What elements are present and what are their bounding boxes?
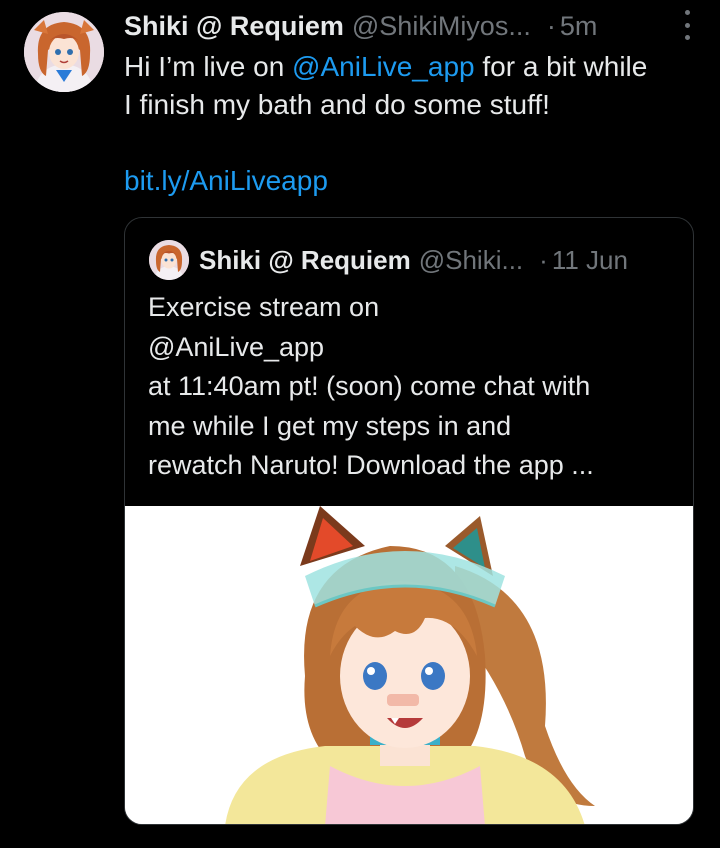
quoted-text-line: at 11:40am pt! (soon) come chat with (148, 371, 591, 401)
quoted-text-line: rewatch Naruto! Download the app ... (148, 450, 594, 480)
author-handle[interactable]: @ShikiMiyos... (352, 11, 531, 42)
quoted-author-avatar[interactable] (149, 240, 189, 280)
anime-character-image (125, 506, 693, 824)
quoted-author-handle[interactable]: @Shiki... (419, 245, 523, 276)
more-vertical-icon[interactable] (682, 10, 692, 40)
quoted-text-line: @AniLive_app (148, 331, 325, 362)
tweet-text-line-1: Hi I’m live on @AniLive_app for a bit wh… (124, 48, 704, 86)
avatar-image (24, 12, 104, 92)
mention-link[interactable]: @AniLive_app (292, 51, 475, 82)
quoted-text-line: Exercise stream on (148, 292, 380, 322)
tweet-header: Shiki @ Requiem @ShikiMiyos... · 5m (124, 6, 704, 46)
more-dot (684, 22, 690, 28)
quoted-tweet-time[interactable]: 11 Jun (552, 245, 628, 276)
author-name[interactable]: Shiki @ Requiem (124, 11, 344, 42)
quoted-avatar-image (149, 240, 189, 280)
separator-dot: · (546, 10, 556, 41)
quoted-separator-dot: · (539, 244, 548, 275)
tweet-text-line-2: I finish my bath and do some stuff! (124, 89, 550, 120)
quoted-tweet-text: Exercise stream on @AniLive_app at 11:40… (148, 288, 678, 486)
more-dot (684, 10, 690, 15)
tweet-text-suffix: for a bit while (474, 51, 648, 82)
tweet-time[interactable]: 5m (560, 11, 598, 42)
tweet-text: Hi I’m live on @AniLive_app for a bit wh… (124, 48, 704, 200)
quoted-tweet-card[interactable]: Shiki @ Requiem @Shiki... · 11 Jun Exerc… (124, 217, 694, 825)
quoted-author-name[interactable]: Shiki @ Requiem (199, 245, 411, 276)
quoted-tweet-media[interactable] (125, 506, 693, 824)
quoted-tweet-header: Shiki @ Requiem @Shiki... · 11 Jun (199, 240, 679, 280)
url-link[interactable]: bit.ly/AniLiveapp (124, 162, 704, 200)
tweet-text-prefix: Hi I’m live on (124, 51, 293, 82)
more-dot (684, 35, 690, 40)
author-avatar[interactable] (24, 12, 104, 92)
quoted-text-line: me while I get my steps in and (148, 410, 512, 441)
